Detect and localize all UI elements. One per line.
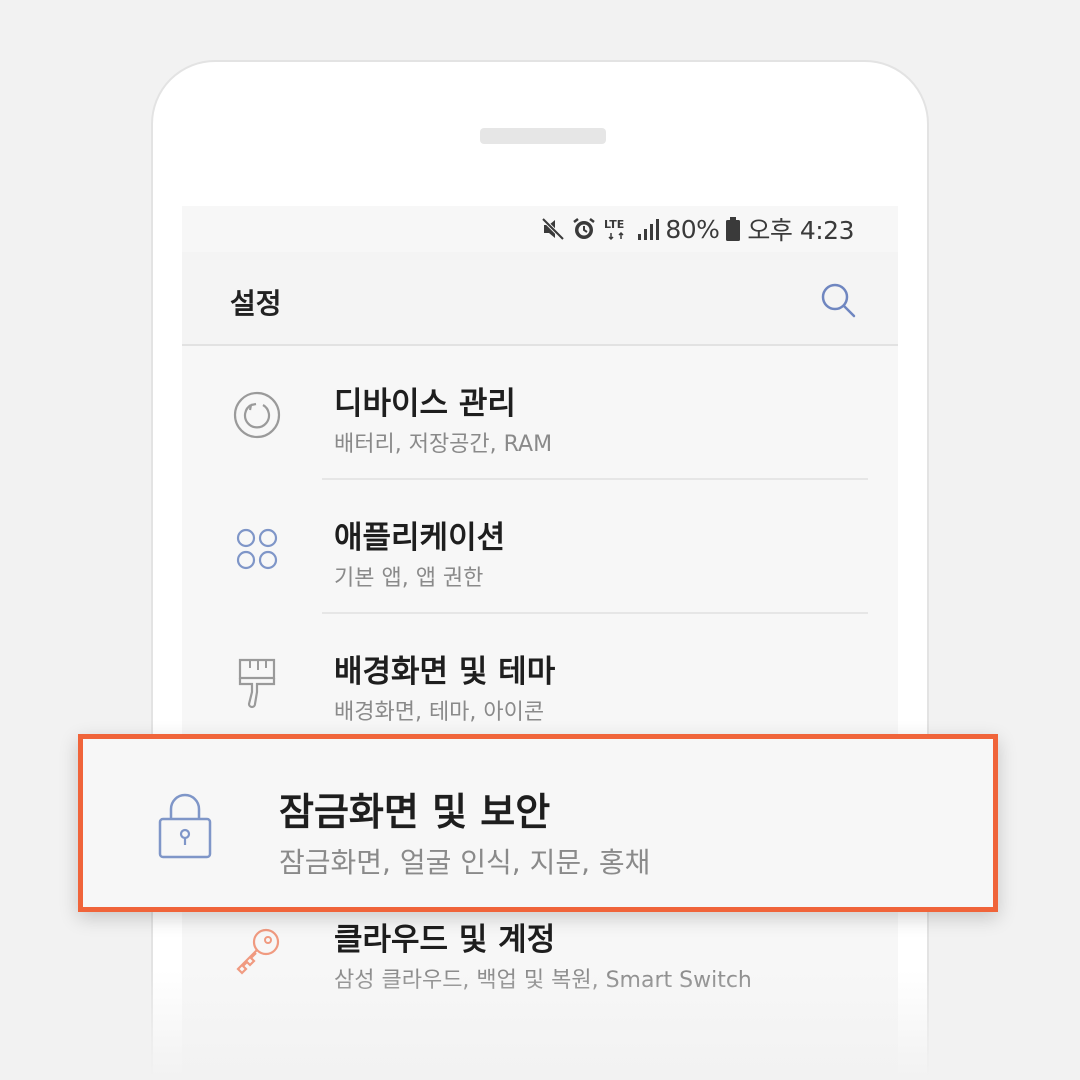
signal-icon	[637, 216, 660, 242]
settings-item-title: 클라우드 및 계정	[334, 922, 556, 958]
battery-percent: 80%	[665, 214, 720, 244]
lte-icon: LTE	[603, 216, 631, 242]
apps-icon	[230, 522, 284, 576]
mute-icon	[541, 216, 565, 242]
brush-icon	[230, 656, 284, 710]
bottom-fade	[0, 970, 1080, 1080]
app-bar: 설정	[182, 252, 898, 346]
battery-icon	[725, 216, 741, 242]
alarm-icon	[571, 216, 597, 242]
settings-item-wallpaper-themes[interactable]: 배경화면 및 테마 배경화면, 테마, 아이콘	[182, 614, 898, 748]
page-title: 설정	[230, 287, 282, 320]
settings-item-lockscreen-security[interactable]: 잠금화면 및 보안 잠금화면, 얼굴 인식, 지문, 홍채	[78, 734, 998, 912]
settings-item-device-care[interactable]: 디바이스 관리 배터리, 저장공간, RAM	[182, 346, 898, 480]
settings-screen: LTE 80% 오후 4:23 설정 디바이스 관리 배터리, 저장공간, RA…	[182, 206, 898, 1080]
settings-item-subtitle: 배경화면, 테마, 아이콘	[334, 700, 545, 725]
search-button[interactable]	[816, 278, 860, 322]
settings-item-subtitle: 잠금화면, 얼굴 인식, 지문, 홍채	[279, 846, 651, 879]
settings-item-title: 잠금화면 및 보안	[279, 790, 551, 834]
lock-icon	[155, 791, 215, 861]
svg-text:LTE: LTE	[604, 218, 624, 231]
status-time: 오후 4:23	[747, 216, 854, 245]
phone-speaker	[480, 128, 606, 144]
status-bar: LTE 80% 오후 4:23	[182, 206, 898, 252]
settings-item-title: 배경화면 및 테마	[334, 654, 556, 690]
settings-item-title: 디바이스 관리	[334, 386, 516, 422]
settings-item-subtitle: 배터리, 저장공간, RAM	[334, 432, 553, 457]
settings-item-title: 애플리케이션	[334, 520, 506, 556]
settings-item-apps[interactable]: 애플리케이션 기본 앱, 앱 권한	[182, 480, 898, 614]
settings-item-subtitle: 기본 앱, 앱 권한	[334, 566, 484, 591]
settings-list: 디바이스 관리 배터리, 저장공간, RAM 애플리케이션 기본 앱, 앱 권한	[182, 346, 898, 1016]
search-icon	[821, 283, 856, 318]
device-care-icon	[230, 388, 284, 442]
